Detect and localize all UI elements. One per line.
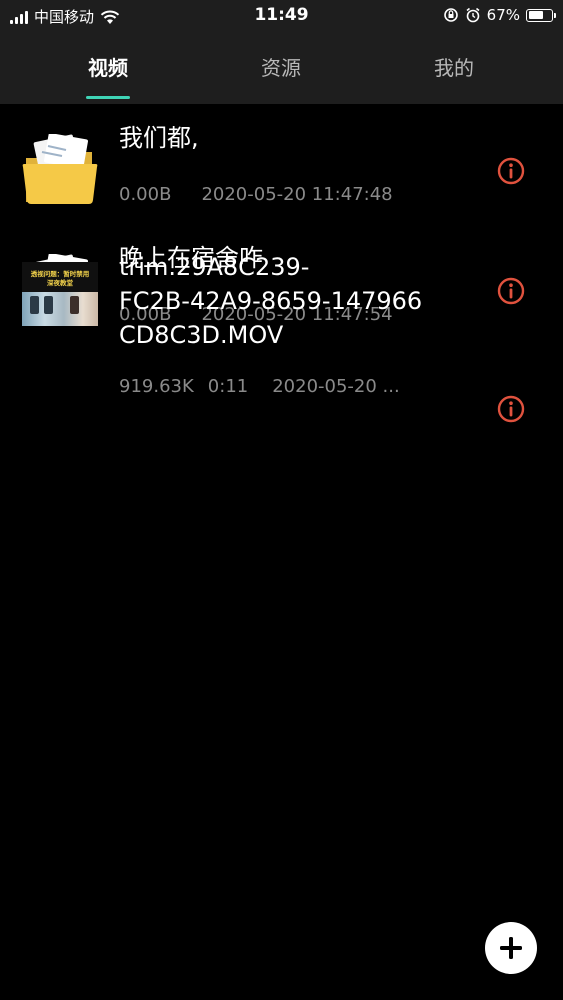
video-list-screen: 中国移动 11:49 67% 视频 资源 我的 我们都, 0.00B 2020-… [0,0,563,1000]
tab-video[interactable]: 视频 [14,32,202,104]
title-line: trim.29A8C239- [119,253,310,281]
title-line: FC2B-42A9-8659-147966 [119,287,423,315]
info-icon[interactable] [497,395,525,423]
tab-resources[interactable]: 资源 [187,32,375,104]
info-icon[interactable] [497,277,525,305]
item-date: 2020-05-20 ... [272,376,400,397]
top-tab-bar: 视频 资源 我的 [0,32,563,104]
orientation-lock-icon [443,8,458,22]
thumb-phone [70,296,79,314]
thumb-caption: 深夜教堂 [47,279,73,287]
tab-mine[interactable]: 我的 [360,32,548,104]
item-meta: 919.63K 0:11 2020-05-20 ... [119,376,400,397]
item-duration: 0:11 [207,376,249,397]
video-thumbnail: 透视问题：暂时禁用 深夜教堂 [22,262,98,326]
active-tab-indicator [86,96,130,99]
title-line: CD8C3D.MOV [119,321,284,349]
thumb-caption: 透视问题：暂时禁用 [30,270,90,278]
plus-icon [500,937,522,959]
info-icon[interactable] [497,157,525,185]
item-size: 0.00B [119,184,172,205]
item-meta: 0.00B 2020-05-20 11:47:48 [119,184,393,205]
thumb-phone [44,296,53,314]
thumb-phone [30,296,39,314]
battery-percent: 67% [486,6,520,24]
list-item[interactable]: 我们都, 0.00B 2020-05-20 11:47:48 [0,104,563,224]
battery-icon [526,8,556,22]
item-size: 919.63K [119,376,194,397]
alarm-icon [466,7,480,23]
item-title: 我们都, [119,124,199,152]
add-button[interactable] [485,922,537,974]
folder-icon [22,134,98,204]
battery-level [528,11,543,19]
status-bar: 中国移动 11:49 67% [0,0,563,32]
status-right: 67% [443,6,556,24]
item-title: trim.29A8C239- FC2B-42A9-8659-147966 CD8… [119,250,479,352]
item-date: 2020-05-20 11:47:48 [201,184,393,205]
